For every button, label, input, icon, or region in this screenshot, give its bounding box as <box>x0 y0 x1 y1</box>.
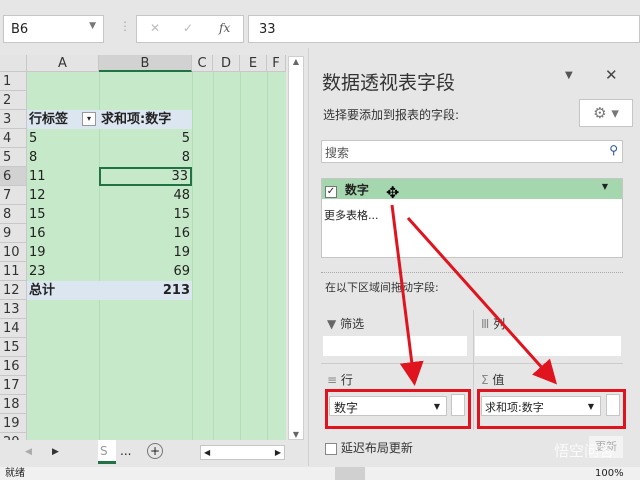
arrow-to-values <box>406 216 558 385</box>
annotation-arrows: ✥ <box>386 183 558 386</box>
cursor-move-icon: ✥ <box>386 183 399 202</box>
arrow-to-rows <box>390 204 424 386</box>
